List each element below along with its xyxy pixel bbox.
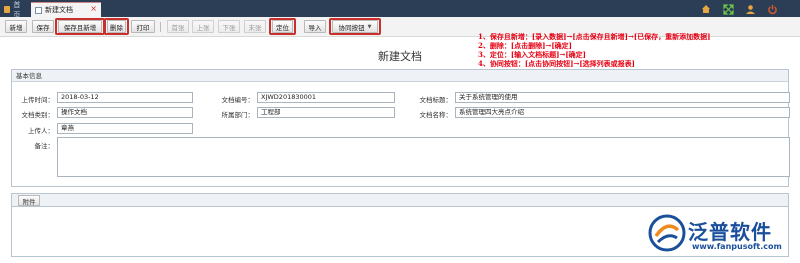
section-title: 基本信息	[12, 70, 788, 82]
tab-close-icon[interactable]: ×	[90, 4, 97, 13]
doc-name-label: 文档名称：	[419, 111, 453, 119]
first-record-button[interactable]: 首张	[167, 20, 189, 33]
basic-info-panel: 基本信息 上传时间： 2018-03-12 文档编号： XJWD20183000…	[11, 69, 790, 187]
chevron-down-icon: ▼	[367, 23, 372, 30]
home-tab-icon	[4, 6, 11, 13]
tab-home[interactable]: 首页	[0, 1, 30, 19]
page-title: 新建文档	[378, 50, 422, 63]
doc-no-label: 文档编号：	[221, 96, 255, 104]
power-icon[interactable]	[766, 3, 778, 15]
attachment-bar: 附件	[11, 193, 789, 207]
import-button[interactable]: 导入	[304, 20, 326, 33]
previous-record-button[interactable]: 上张	[192, 20, 214, 33]
brand-emblem-icon	[648, 214, 686, 252]
brand-logo: 泛普软件 www.fanpusoft.com	[648, 212, 794, 258]
brand-url: www.fanpusoft.com	[692, 242, 782, 251]
doc-name-field[interactable]: 系统管理四大亮点介绍	[455, 107, 790, 118]
top-tab-bar: 首页 新建文档 ×	[0, 0, 800, 19]
dept-field[interactable]: 工程部	[257, 107, 395, 118]
fullscreen-icon[interactable]	[722, 3, 734, 15]
dept-label: 所属部门：	[221, 111, 255, 119]
doc-subject-field[interactable]: 关于系统管理的使用	[455, 92, 790, 103]
remark-label: 备注：	[34, 142, 55, 150]
upload-time-label: 上传时间：	[21, 96, 55, 104]
home-icon[interactable]	[700, 3, 712, 15]
locate-button[interactable]: 定位	[272, 20, 293, 33]
save-button[interactable]: 保存	[32, 20, 54, 33]
print-button[interactable]: 打印	[131, 20, 155, 33]
remark-textarea[interactable]	[57, 137, 790, 177]
next-record-button[interactable]: 下张	[218, 20, 240, 33]
attachment-button[interactable]: 附件	[18, 195, 40, 206]
new-button[interactable]: 新增	[5, 20, 27, 33]
doc-subject-label: 文档标题：	[419, 96, 453, 104]
tab-new-document[interactable]: 新建文档 ×	[31, 2, 101, 17]
doc-type-label: 文档类别：	[21, 111, 55, 119]
document-icon	[35, 6, 42, 14]
upload-time-field[interactable]: 2018-03-12	[57, 92, 193, 103]
toolbar-separator	[160, 22, 161, 32]
save-and-new-button[interactable]: 保存且新增	[58, 20, 102, 33]
uploader-label: 上传人：	[28, 127, 54, 135]
delete-button[interactable]: 删除	[107, 20, 126, 33]
last-record-button[interactable]: 末张	[244, 20, 266, 33]
collaborate-button[interactable]: 协同按钮 ▼	[332, 20, 378, 33]
doc-no-field[interactable]: XJWD201830001	[257, 92, 395, 103]
tab-new-document-label: 新建文档	[45, 6, 73, 14]
collaborate-button-label: 协同按钮	[338, 23, 365, 32]
top-right-icons	[700, 2, 778, 16]
uploader-field[interactable]: 章燕	[57, 123, 193, 134]
user-icon[interactable]	[744, 3, 756, 15]
brand-name: 泛普软件	[688, 220, 772, 244]
doc-type-field[interactable]: 操作文档	[57, 107, 193, 118]
